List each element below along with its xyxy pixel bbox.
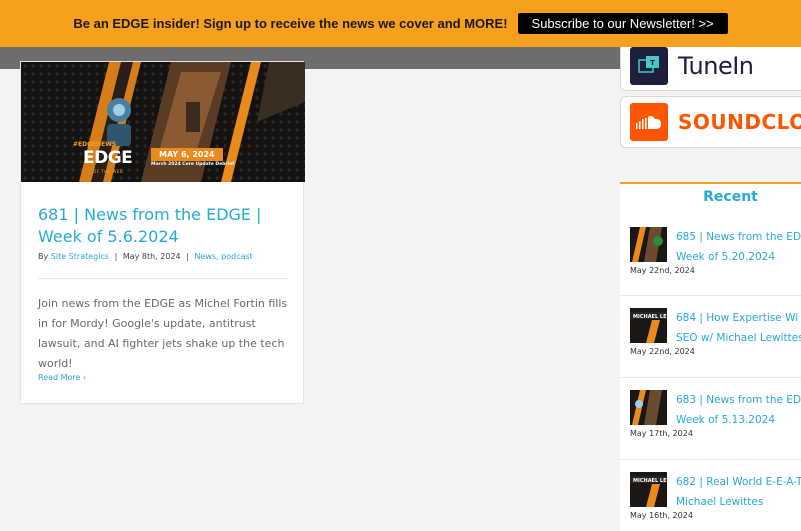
post-title-link[interactable]: 681 | News from the EDGE | Week of 5.6.2… [38,204,288,248]
recent-thumbnail[interactable] [630,390,667,425]
soundcloud-name: SOUNDCLOU [678,110,801,134]
recent-title-line1: 682 | Real World E-E-A-T [676,476,801,488]
card-divider [38,278,288,279]
recent-thumb-graphic [630,227,667,262]
recent-date: May 16th, 2024 [630,511,693,520]
recent-thumbnail[interactable]: MICHAEL LEWITTES [630,308,667,343]
recent-item[interactable]: 683 | News from the ED Week of 5.13.2024… [620,377,801,459]
recent-posts-widget: Recent 685 | News from the ED Week of 5.… [620,182,801,531]
recent-title-link[interactable]: 685 | News from the ED Week of 5.20.2024 [676,227,801,267]
thumbnail-logo: EDGE [83,148,133,168]
recent-title-line1: 684 | How Expertise Wi [676,312,799,324]
thumbnail-caption: March 2024 Core Update Debrief [151,162,235,167]
recent-title-link[interactable]: 683 | News from the ED Week of 5.13.2024 [676,390,801,430]
tunein-name: TuneIn [678,52,754,80]
post-meta: By Site Strategics | May 8th, 2024 | New… [38,252,253,261]
recent-thumb-graphic: MICHAEL LEWITTES [630,308,667,343]
soundcloud-link[interactable]: SOUNDCLOU [620,96,801,148]
thumbnail-hashtag: #EDGENEWS [73,141,117,148]
recent-title-line1: 685 | News from the ED [676,231,801,243]
soundcloud-icon [630,103,668,141]
tunein-icon: T [630,47,668,85]
recent-title-line1: 683 | News from the ED [676,394,801,406]
meta-separator: | [114,252,118,261]
post-title-line2: Week of 5.6.2024 [38,227,179,246]
recent-title-line2: Michael Lewittes [676,496,764,508]
svg-text:MICHAEL LEWITTES: MICHAEL LEWITTES [633,478,667,484]
thumbnail-date-badge: MAY 6, 2024 [151,148,223,161]
recent-item[interactable]: MICHAEL LEWITTES 682 | Real World E-E-A-… [620,459,801,531]
recent-date: May 22nd, 2024 [630,347,695,356]
meta-separator: | [186,252,189,261]
recent-date: May 17th, 2024 [630,429,693,438]
subscribe-button[interactable]: Subscribe to our Newsletter! >> [517,13,728,34]
recent-title-line2: Week of 5.20.2024 [676,251,776,263]
meta-by: By [38,252,49,261]
recent-title-line2: SEO w/ Michael Lewittes [676,332,801,344]
read-more-link[interactable]: Read More › [38,373,86,382]
svg-text:MICHAEL LEWITTES: MICHAEL LEWITTES [633,314,667,320]
author-link[interactable]: Site Strategics [51,252,109,261]
recent-title-link[interactable]: 684 | How Expertise Wi SEO w/ Michael Le… [676,308,801,348]
newsletter-banner: Be an EDGE insider! Sign up to receive t… [0,0,801,47]
post-thumbnail[interactable]: #EDGENEWS EDGE OF THE WEB MAY 6, 2024 Ma… [21,62,305,182]
recent-title-link[interactable]: 682 | Real World E-E-A-T Michael Lewitte… [676,472,801,512]
recent-thumb-graphic: MICHAEL LEWITTES [630,472,667,507]
recent-title-line2: Week of 5.13.2024 [676,414,776,426]
banner-text: Be an EDGE insider! Sign up to receive t… [73,16,508,31]
sidebar: T TuneIn SOUNDCLOU Recent [620,0,801,531]
post-excerpt: Join news from the EDGE as Michel Fortin… [38,297,288,370]
svg-text:T: T [650,59,655,67]
recent-thumbnail[interactable]: MICHAEL LEWITTES [630,472,667,507]
recent-item[interactable]: MICHAEL LEWITTES 684 | How Expertise Wi … [620,295,801,377]
post-date: May 8th, 2024 [122,252,181,261]
tunein-link[interactable]: T TuneIn [620,41,801,91]
post-title-line1: 681 | News from the EDGE | [38,205,262,224]
post-card: #EDGENEWS EDGE OF THE WEB MAY 6, 2024 Ma… [20,61,305,404]
thumbnail-logo-sub: OF THE WEB [93,169,124,174]
recent-thumb-graphic [630,390,667,425]
recent-date: May 22nd, 2024 [630,266,695,275]
recent-thumbnail[interactable] [630,227,667,262]
recent-heading: Recent [703,189,758,205]
category-links[interactable]: News, podcast [194,252,252,261]
